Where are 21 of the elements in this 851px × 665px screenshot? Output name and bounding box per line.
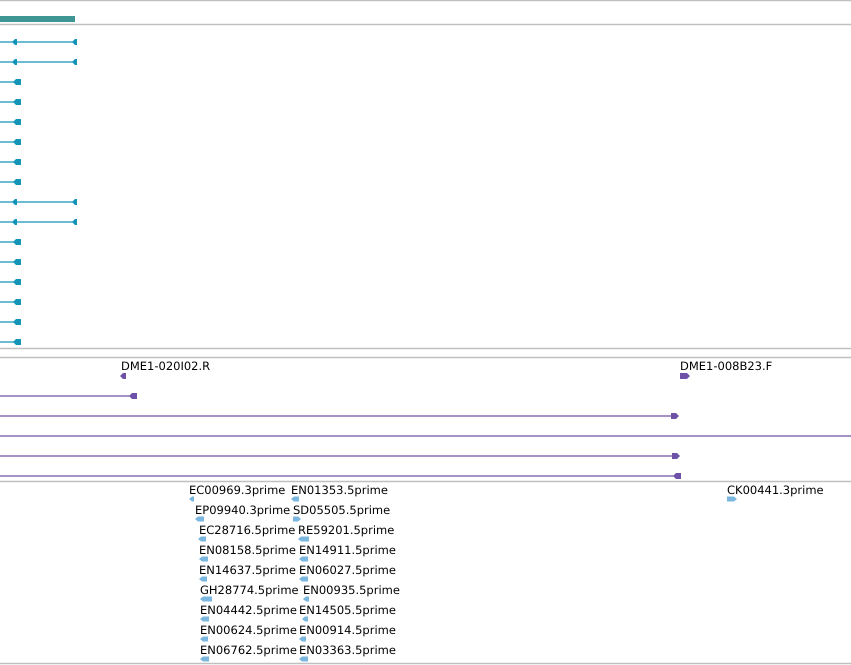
feature-label: EN00935.5prime [303, 583, 400, 597]
feature-label: EN14505.5prime [299, 603, 396, 617]
feature-label: EN08158.5prime [199, 543, 296, 557]
feature-label: RE59201.5prime [298, 523, 394, 537]
feature-label: EN04442.5prime [200, 603, 297, 617]
feature-label: EN00624.5prime [200, 623, 297, 637]
feature-label: EN14637.5prime [199, 563, 296, 577]
feature-label: EN01353.5prime [291, 483, 388, 497]
feature-label: DME1-020I02.R [121, 359, 210, 373]
feature-label: EN06027.5prime [299, 563, 396, 577]
feature-label: CK00441.3prime [727, 483, 824, 497]
feature-label: EN06762.5prime [200, 643, 297, 657]
feature-label: EN03363.5prime [299, 643, 396, 657]
feature-label: GH28774.5prime [200, 583, 299, 597]
feature-label: EN14911.5prime [299, 543, 396, 557]
feature-label: EC28716.5prime [199, 523, 296, 537]
feature-label: EN00914.5prime [299, 623, 396, 637]
feature-label: EC00969.3prime [189, 483, 286, 497]
feature-label: DME1-008B23.F [680, 359, 772, 373]
feature-label: EP09940.3prime [195, 503, 290, 517]
feature-label: SD05505.5prime [293, 503, 390, 517]
